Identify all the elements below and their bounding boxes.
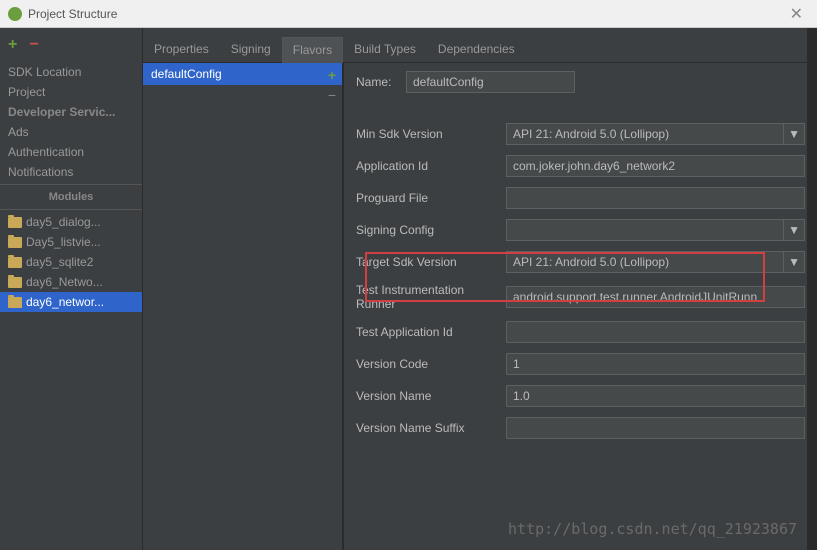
module-label: day5_dialog...	[26, 215, 101, 229]
window-title: Project Structure	[28, 7, 784, 21]
sidebar-item-authentication[interactable]: Authentication	[0, 142, 142, 162]
tab-signing[interactable]: Signing	[220, 36, 282, 62]
folder-icon	[8, 217, 22, 228]
module-label: day6_Netwo...	[26, 275, 103, 289]
title-bar: Project Structure ✕	[0, 0, 817, 28]
version-code-input[interactable]	[506, 353, 805, 375]
folder-icon	[8, 277, 22, 288]
min-sdk-value: API 21: Android 5.0 (Lollipop)	[513, 127, 669, 141]
name-label: Name:	[356, 75, 406, 89]
min-sdk-select[interactable]: API 21: Android 5.0 (Lollipop) ▼	[506, 123, 805, 145]
sidebar-section-modules: Modules	[0, 187, 142, 207]
tab-dependencies[interactable]: Dependencies	[427, 36, 526, 62]
tab-build-types[interactable]: Build Types	[343, 36, 427, 62]
tab-properties[interactable]: Properties	[143, 36, 220, 62]
proguard-label: Proguard File	[356, 191, 506, 205]
sidebar: + − SDK Location Project Developer Servi…	[0, 28, 143, 550]
module-item[interactable]: day6_Netwo...	[0, 272, 142, 292]
sidebar-heading-developer: Developer Servic...	[0, 102, 142, 122]
sidebar-item-notifications[interactable]: Notifications	[0, 162, 142, 182]
target-sdk-label: Target Sdk Version	[356, 255, 506, 269]
close-icon[interactable]: ✕	[784, 4, 809, 24]
min-sdk-label: Min Sdk Version	[356, 127, 506, 141]
target-sdk-value: API 21: Android 5.0 (Lollipop)	[513, 255, 669, 269]
target-sdk-select[interactable]: API 21: Android 5.0 (Lollipop) ▼	[506, 251, 805, 273]
test-app-id-label: Test Application Id	[356, 325, 506, 339]
chevron-down-icon: ▼	[783, 252, 804, 272]
module-label: Day5_listvie...	[26, 235, 101, 249]
form: Name: Min Sdk VersionAPI 21: Android 5.0…	[343, 63, 817, 550]
config-list: defaultConfig + −	[143, 63, 343, 550]
right-strip	[807, 28, 817, 550]
test-runner-label: Test Instrumentation Runner	[356, 283, 506, 311]
test-app-id-input[interactable]	[506, 321, 805, 343]
module-item-selected[interactable]: day6_networ...	[0, 292, 142, 312]
tab-flavors[interactable]: Flavors	[282, 37, 343, 63]
module-item[interactable]: day5_dialog...	[0, 212, 142, 232]
test-runner-input[interactable]	[506, 286, 805, 308]
module-item[interactable]: day5_sqlite2	[0, 252, 142, 272]
remove-config-icon[interactable]: −	[328, 87, 336, 103]
app-id-input[interactable]	[506, 155, 805, 177]
remove-icon[interactable]: −	[29, 36, 38, 54]
app-icon	[8, 7, 22, 21]
proguard-input[interactable]	[506, 187, 805, 209]
module-label: day6_networ...	[26, 295, 104, 309]
name-input[interactable]	[406, 71, 575, 93]
signing-label: Signing Config	[356, 223, 506, 237]
folder-icon	[8, 237, 22, 248]
version-name-label: Version Name	[356, 389, 506, 403]
tabs: Properties Signing Flavors Build Types D…	[143, 28, 817, 63]
folder-icon	[8, 297, 22, 308]
version-code-label: Version Code	[356, 357, 506, 371]
version-suffix-label: Version Name Suffix	[356, 421, 506, 435]
module-item[interactable]: Day5_listvie...	[0, 232, 142, 252]
add-icon[interactable]: +	[8, 36, 17, 54]
add-config-icon[interactable]: +	[328, 67, 336, 83]
app-id-label: Application Id	[356, 159, 506, 173]
signing-select[interactable]: ▼	[506, 219, 805, 241]
sidebar-item-sdk-location[interactable]: SDK Location	[0, 62, 142, 82]
sidebar-item-ads[interactable]: Ads	[0, 122, 142, 142]
chevron-down-icon: ▼	[783, 220, 804, 240]
folder-icon	[8, 257, 22, 268]
config-item-default[interactable]: defaultConfig	[143, 63, 342, 85]
chevron-down-icon: ▼	[783, 124, 804, 144]
version-name-input[interactable]	[506, 385, 805, 407]
module-label: day5_sqlite2	[26, 255, 93, 269]
version-suffix-input[interactable]	[506, 417, 805, 439]
sidebar-item-project[interactable]: Project	[0, 82, 142, 102]
